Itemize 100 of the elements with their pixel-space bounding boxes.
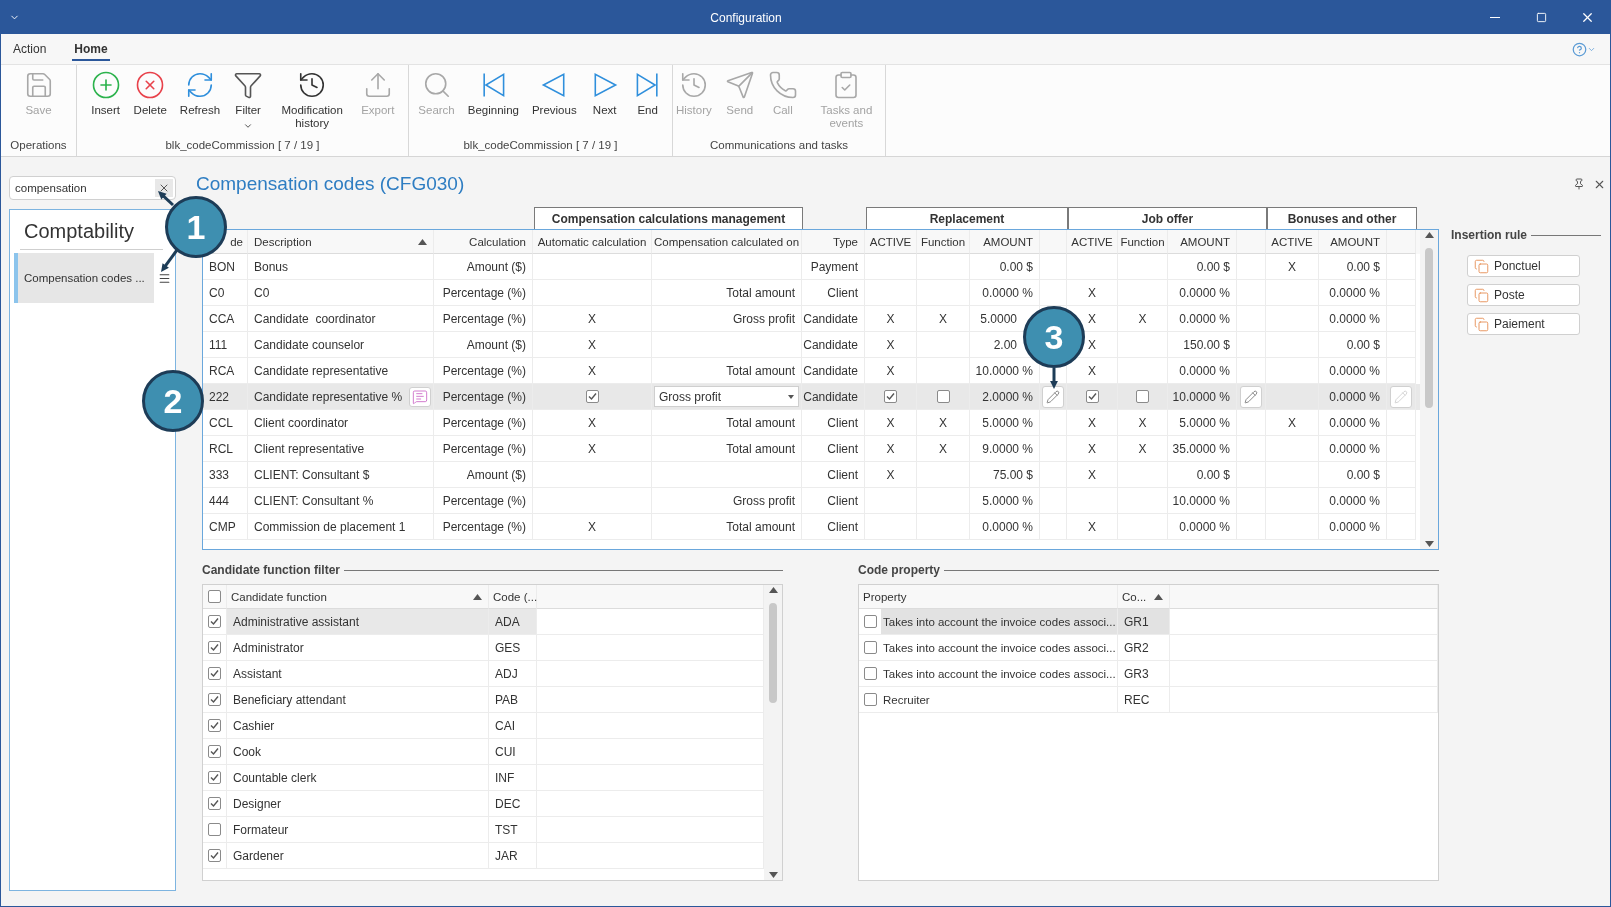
column-group-header: Replacement — [866, 207, 1068, 229]
table-cell: Total amount — [652, 514, 802, 540]
checkbox[interactable] — [863, 615, 877, 628]
section-title: Insertion rule — [1451, 228, 1527, 242]
edit-button[interactable] — [1240, 385, 1262, 408]
x-circle-icon — [135, 70, 166, 100]
checkbox[interactable] — [208, 615, 221, 628]
table-cell: GR2 — [1118, 635, 1170, 661]
checkbox[interactable] — [208, 745, 221, 758]
menu-tab[interactable]: Home — [72, 37, 110, 61]
table-cell: Gardener — [227, 843, 489, 869]
table-cell: Percentage (%) — [434, 514, 533, 540]
checkbox[interactable] — [208, 771, 221, 784]
rule-button[interactable]: Ponctuel — [1467, 255, 1580, 277]
checkbox[interactable] — [936, 390, 950, 403]
close-icon — [158, 182, 170, 194]
help-button[interactable] — [1572, 41, 1596, 57]
rule-button[interactable]: Paiement — [1467, 313, 1580, 335]
checkbox[interactable] — [208, 590, 221, 603]
search-field[interactable]: compensation — [9, 176, 176, 200]
checkbox[interactable] — [863, 641, 877, 654]
ribbon-button[interactable]: Insert — [87, 70, 124, 136]
table-cell: ADA — [489, 609, 537, 635]
menu-icon[interactable] — [158, 271, 171, 285]
scroll-down-icon[interactable] — [1424, 541, 1434, 547]
comment-button[interactable] — [409, 386, 431, 407]
checkbox[interactable] — [1136, 390, 1149, 403]
checkbox[interactable] — [208, 849, 221, 862]
copy-icon — [1474, 287, 1489, 303]
caret-icon — [788, 394, 794, 399]
pin-icon — [1573, 177, 1585, 190]
checkbox[interactable] — [1085, 390, 1099, 403]
scroll-thumb[interactable] — [769, 603, 777, 703]
checkbox[interactable] — [208, 641, 221, 654]
ribbon-button[interactable]: Delete — [130, 70, 170, 136]
checkbox[interactable] — [208, 797, 221, 810]
maximize-icon — [1535, 12, 1547, 23]
copy-icon — [1474, 316, 1489, 332]
plus-circle-icon — [90, 70, 121, 100]
table-cell: X — [533, 514, 652, 540]
table-cell: 0.0000 % — [1319, 514, 1387, 540]
phone-icon — [767, 70, 798, 100]
refresh-icon — [185, 70, 215, 100]
table-cell: Administrative assistant — [227, 609, 489, 635]
checkbox[interactable] — [208, 719, 221, 732]
send-icon — [724, 70, 755, 100]
clear-button[interactable] — [155, 179, 173, 197]
checkbox[interactable] — [208, 693, 221, 706]
table-cell: X — [1067, 514, 1118, 540]
ribbon-button[interactable]: End — [629, 70, 666, 136]
group-label: Communications and tasks — [708, 138, 850, 153]
scroll-up-icon[interactable] — [1424, 232, 1434, 238]
page-title: Compensation codes (CFG030) — [195, 173, 465, 195]
ribbon-button[interactable]: Next — [586, 70, 623, 136]
help-icon — [1572, 41, 1587, 57]
column-group-header: Job offer — [1068, 207, 1267, 229]
pin-button[interactable] — [1573, 177, 1585, 191]
table-cell: JAR — [489, 843, 537, 869]
ribbon-button[interactable]: Refresh — [176, 70, 224, 136]
scroll-thumb[interactable] — [1425, 248, 1433, 408]
group-label: Operations — [9, 138, 68, 153]
scrollbar[interactable] — [1420, 230, 1438, 549]
table-row[interactable]: 222 Candidate representative % Percentage (%) Gross profit Candidate 2.0000 % 10.0000 % 0.0000 % — [203, 384, 1420, 410]
ribbon-button[interactable]: Previous — [528, 70, 580, 136]
section-title: Code property — [858, 563, 940, 577]
table-cell: Client — [802, 514, 865, 540]
ribbon-button[interactable]: Filter — [230, 70, 267, 136]
ribbon-button[interactable]: Modification history — [273, 70, 352, 136]
checkbox[interactable] — [585, 390, 599, 403]
comment-icon — [412, 388, 428, 405]
table-cell: 0.0000 % — [970, 514, 1040, 540]
checkbox[interactable] — [208, 667, 221, 680]
menu-tab[interactable]: Action — [11, 37, 49, 61]
checkbox[interactable] — [863, 693, 877, 706]
column-group-header: Compensation calculations management — [534, 207, 803, 229]
checkbox[interactable] — [884, 390, 897, 403]
table-cell: GR3 — [1118, 661, 1170, 687]
section-title: Candidate function filter — [202, 563, 340, 577]
filter-icon — [233, 70, 264, 100]
window-title: Configuration — [709, 10, 783, 25]
minimize-icon — [1490, 17, 1500, 18]
section-title: Comptability — [20, 218, 163, 250]
checkbox[interactable] — [208, 823, 221, 836]
ribbon-button[interactable]: Beginning — [464, 70, 522, 136]
scrollbar[interactable] — [764, 585, 782, 880]
pencil-icon — [1394, 389, 1408, 404]
pencil-icon — [1046, 389, 1060, 404]
scroll-up-icon[interactable] — [768, 587, 778, 593]
rule-button[interactable]: Poste — [1467, 284, 1580, 306]
copy-icon — [1474, 258, 1489, 274]
checkbox[interactable] — [863, 667, 877, 680]
table-cell: CMP — [203, 514, 248, 540]
edit-button[interactable] — [1042, 385, 1064, 408]
table-cell: GR1 — [1118, 609, 1170, 635]
table-cell: Takes into account the invoice codes associ... — [881, 609, 1117, 634]
column-header[interactable]: de — [230, 235, 243, 248]
scroll-down-icon[interactable] — [768, 872, 778, 878]
nav-item[interactable]: Compensation codes ... — [14, 253, 154, 303]
table-cell: Candidate representative % — [254, 389, 403, 404]
dropdown[interactable]: Gross profit — [654, 386, 799, 407]
